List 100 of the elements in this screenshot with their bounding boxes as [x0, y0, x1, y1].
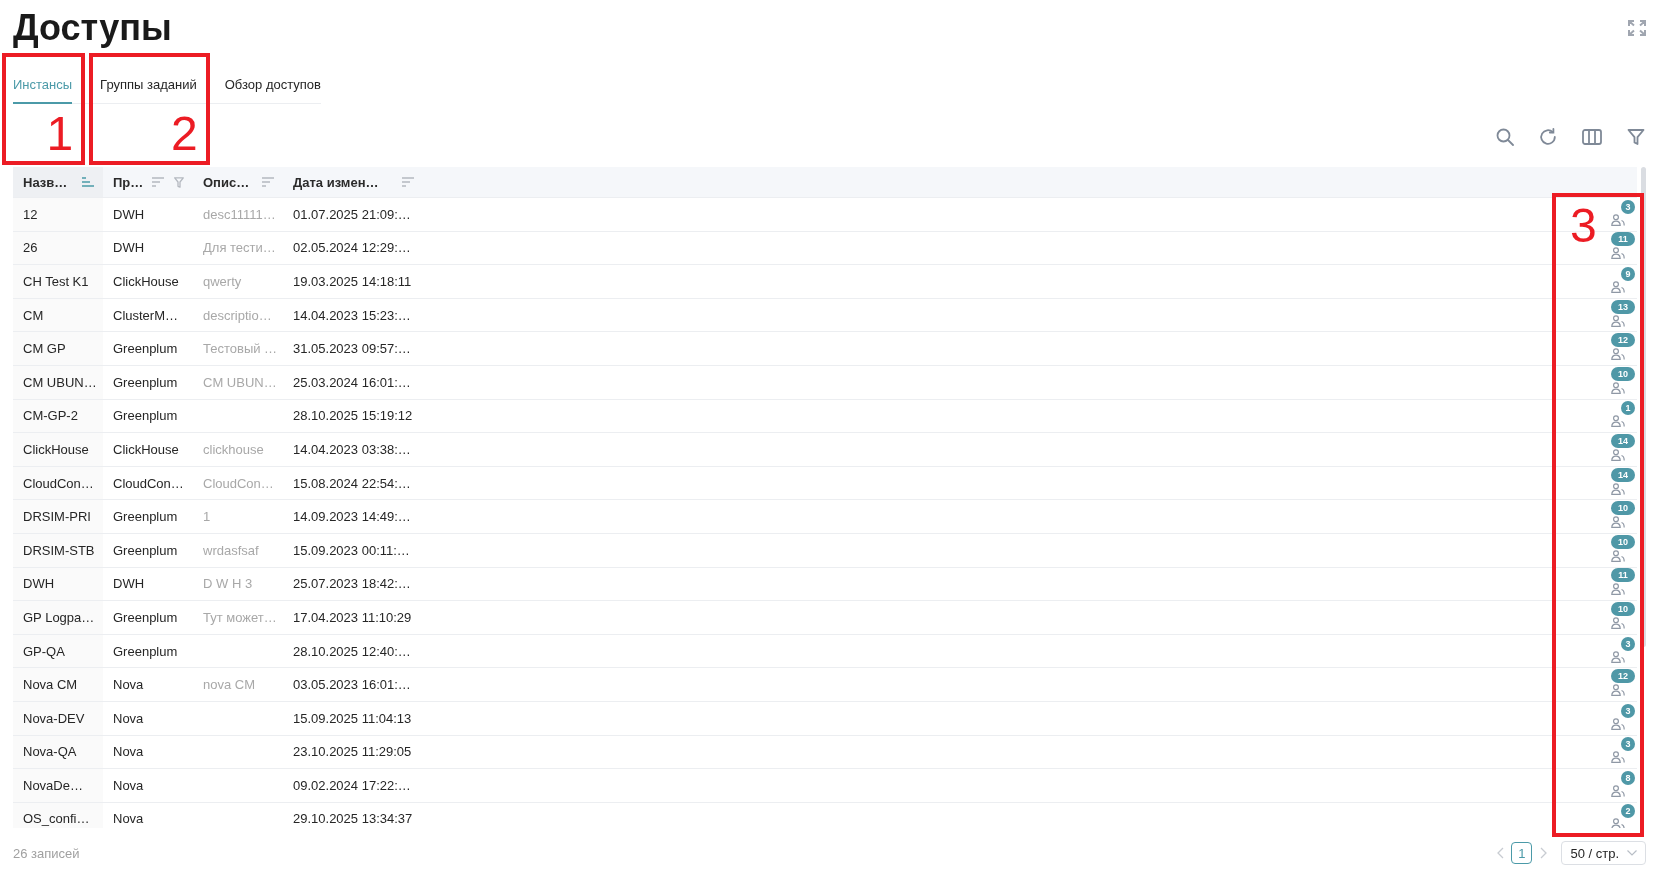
sort-icon[interactable] [82, 177, 94, 187]
users-icon[interactable] [1611, 583, 1625, 596]
count-badge: 10 [1611, 534, 1635, 549]
users-icon[interactable] [1611, 482, 1625, 495]
table-cell-text: 02.05.2024 12:29:… [292, 239, 412, 258]
table-cell-text: Greenplum [112, 373, 179, 392]
table-cell-text: Nova [112, 709, 145, 728]
count-badge: 3 [1621, 703, 1635, 718]
users-icon[interactable] [1611, 751, 1625, 764]
users-icon[interactable] [1611, 381, 1625, 394]
table-cell-text: 15.08.2024 22:54:… [292, 474, 412, 493]
sort-icon[interactable] [152, 177, 164, 187]
count-badge: 11 [1611, 568, 1635, 583]
users-icon[interactable] [1611, 281, 1625, 293]
column-header[interactable]: Дата измен… [283, 167, 423, 197]
column-title: Пр… [113, 174, 144, 190]
filter-icon[interactable] [1627, 128, 1645, 146]
count-badge: 10 [1611, 366, 1635, 381]
table-cell: DRSIM-STB [13, 533, 103, 567]
table-cell-text: Greenplum [112, 407, 179, 426]
users-icon[interactable] [1611, 247, 1625, 260]
table-cell-text: clickhouse [202, 440, 265, 459]
annotation-number: 1 [46, 109, 74, 159]
table-cell: CM UBUN… [13, 365, 103, 399]
expand-icon[interactable] [1628, 20, 1646, 36]
tab[interactable]: Группы заданий [100, 64, 197, 104]
users-icon[interactable] [1611, 448, 1625, 461]
column-title: Дата измен… [293, 174, 379, 190]
count-badge: 12 [1611, 669, 1635, 684]
table-cell-text: Nova [112, 676, 145, 695]
table-cell-text: 01.07.2025 21:09:… [292, 205, 412, 224]
count-badge: 1 [1621, 401, 1635, 416]
annotation-number: 2 [171, 109, 198, 159]
users-icon[interactable] [1611, 516, 1625, 529]
count-badge: 3 [1621, 636, 1635, 651]
table-cell-text: 23.10.2025 11:29:05 [292, 743, 413, 762]
scrollbar-thumb[interactable] [1641, 167, 1646, 647]
table-cell: Nova-DEV [13, 701, 103, 735]
table-cell-text: Greenplum [112, 340, 179, 359]
table-cell-text: ClickHouse [112, 440, 180, 459]
users-icon[interactable] [1611, 213, 1625, 226]
column-title: Назв… [23, 174, 68, 190]
users-icon[interactable] [1611, 616, 1625, 629]
table-cell: CM GP [13, 332, 103, 365]
count-badge: 14 [1611, 467, 1635, 482]
table-cell: OS_confi… [13, 802, 103, 828]
table-cell-text: 09.02.2024 17:22:… [292, 776, 412, 795]
table-cell-text: CloudCon… [202, 474, 275, 493]
table-cell: CloudCon… [13, 466, 103, 500]
reload-icon[interactable] [1539, 128, 1557, 146]
table-cell-text: 15.09.2025 11:04:13 [292, 709, 413, 728]
count-badge: 9 [1621, 267, 1635, 281]
caret-icon [1627, 850, 1637, 856]
table-cell-text: descriptio… [202, 306, 273, 325]
users-icon[interactable] [1611, 818, 1625, 828]
table-cell-text: CloudCon… [112, 474, 185, 493]
tab[interactable]: Обзор доступов [224, 64, 321, 104]
users-icon[interactable] [1611, 314, 1625, 327]
users-icon[interactable] [1611, 684, 1625, 697]
users-icon[interactable] [1611, 717, 1625, 730]
table-cell: GP-QA [13, 634, 103, 668]
table-cell-text: 17.04.2023 11:10:29 [292, 608, 413, 627]
users-icon[interactable] [1611, 348, 1625, 361]
table-cell: ClickHouse [13, 433, 103, 466]
table-cell: CH Test K1 [13, 265, 103, 298]
page-size-select[interactable]: 50 / стр. [1561, 841, 1646, 865]
table-cell: CM [13, 298, 103, 332]
table-cell-text: Nova [112, 743, 145, 762]
table-cell-text: Nova [112, 810, 145, 828]
column-header[interactable]: Назв… [13, 167, 103, 197]
table-cell-text: 03.05.2023 16:01:… [292, 676, 412, 695]
table-cell-text: Для тести… [202, 239, 277, 258]
filter-icon[interactable] [174, 176, 184, 188]
sort-icon[interactable] [402, 177, 414, 187]
users-icon[interactable] [1611, 549, 1625, 562]
table-cell-text: Greenplum [112, 608, 179, 627]
table-cell-text: 14.09.2023 14:49:… [292, 508, 412, 527]
table-cell-text: 14.04.2023 15:23:… [292, 306, 412, 325]
column-header[interactable]: Опис… [193, 167, 283, 197]
users-icon[interactable] [1611, 650, 1625, 663]
search-icon[interactable] [1496, 128, 1514, 146]
table-cell-text: ClickHouse [112, 273, 180, 291]
table-cell-text: 29.10.2025 13:34:37 [292, 810, 414, 828]
table-cell-text: DWH [112, 205, 146, 224]
users-icon[interactable] [1611, 784, 1625, 797]
columns-icon[interactable] [1582, 129, 1602, 145]
sort-icon[interactable] [262, 177, 274, 187]
count-badge: 8 [1621, 770, 1635, 785]
table-cell-text: 25.07.2023 18:42:… [292, 575, 412, 594]
table-cell-text: 28.10.2025 15:19:12 [292, 407, 414, 426]
count-badge: 11 [1611, 232, 1635, 247]
count-badge: 10 [1611, 501, 1635, 516]
table-cell-text: DWH [112, 239, 146, 258]
column-header[interactable]: Пр… [103, 167, 193, 197]
table-cell-text: Nova [112, 776, 145, 795]
column-title: Опис… [203, 174, 250, 190]
table-cell-text: 25.03.2024 16:01:… [292, 373, 412, 392]
table-cell-text: 14.04.2023 03:38:… [292, 440, 412, 459]
table-cell-text: Тестовый … [202, 340, 279, 359]
users-icon[interactable] [1611, 415, 1625, 428]
